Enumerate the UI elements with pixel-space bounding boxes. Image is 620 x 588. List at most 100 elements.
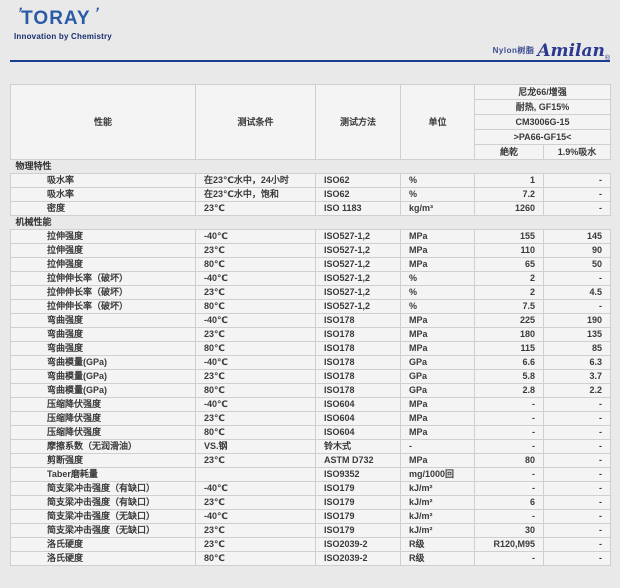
method-cell: ISO179 [316, 496, 401, 510]
wet-cell: - [544, 426, 611, 440]
method-cell: ISO527-1,2 [316, 286, 401, 300]
condition-cell: 80℃ [196, 258, 316, 272]
unit-cell: % [401, 286, 475, 300]
unit-cell: MPa [401, 258, 475, 272]
unit-cell: MPa [401, 328, 475, 342]
property-cell: 弯曲强度 [11, 342, 196, 356]
registered-mark: ® [605, 55, 610, 62]
dry-cell: 110 [475, 244, 544, 258]
wet-cell: - [544, 440, 611, 454]
unit-cell: R级 [401, 538, 475, 552]
table-row: 弯曲强度-40℃ISO178MPa225190 [11, 314, 611, 328]
condition-cell: 在23℃水中，24小时 [196, 174, 316, 188]
property-cell: 简支梁冲击强度（无缺口） [11, 510, 196, 524]
grade-header-material: 尼龙66/增强 [475, 85, 611, 100]
logo-tick-right: ’ [90, 4, 102, 24]
condition-cell: 23℃ [196, 524, 316, 538]
wet-cell: 2.2 [544, 384, 611, 398]
page-header: ’TORAY’ Innovation by Chemistry Nylon树脂A… [0, 0, 620, 60]
unit-cell: R级 [401, 552, 475, 566]
unit-cell: - [401, 440, 475, 454]
dry-cell: 180 [475, 328, 544, 342]
method-cell: ISO2039-2 [316, 552, 401, 566]
col-header-condition: 测试条件 [196, 85, 316, 160]
condition-cell: 80℃ [196, 552, 316, 566]
brand-block: Nylon树脂Amilan® [493, 41, 610, 62]
unit-cell: MPa [401, 244, 475, 258]
toray-logo-block: ’TORAY’ Innovation by Chemistry [14, 9, 112, 41]
method-cell: ISO604 [316, 426, 401, 440]
condition-cell: -40℃ [196, 482, 316, 496]
dry-cell: 6 [475, 496, 544, 510]
unit-cell: GPa [401, 356, 475, 370]
condition-cell: 23℃ [196, 244, 316, 258]
property-cell: 简支梁冲击强度（有缺口） [11, 482, 196, 496]
toray-tagline: Innovation by Chemistry [14, 32, 112, 41]
wet-cell: 90 [544, 244, 611, 258]
dry-cell: 1 [475, 174, 544, 188]
table-row: 简支梁冲击强度（有缺口）-40℃ISO179kJ/m²-- [11, 482, 611, 496]
method-cell: ISO527-1,2 [316, 244, 401, 258]
unit-cell: kJ/m² [401, 524, 475, 538]
dry-cell: - [475, 510, 544, 524]
unit-cell: mg/1000回 [401, 468, 475, 482]
wet-cell: - [544, 482, 611, 496]
unit-cell: MPa [401, 412, 475, 426]
method-cell: ISO62 [316, 174, 401, 188]
table-row: 弯曲强度80℃ISO178MPa11585 [11, 342, 611, 356]
property-cell: 弯曲强度 [11, 314, 196, 328]
wet-cell: - [544, 510, 611, 524]
unit-cell: kJ/m² [401, 510, 475, 524]
wet-cell: - [544, 412, 611, 426]
grade-header-code: >PA66-GF15< [475, 130, 611, 145]
toray-logo: ’TORAY’ [14, 9, 112, 30]
table-row: 拉伸强度-40℃ISO527-1,2MPa155145 [11, 230, 611, 244]
property-cell: 吸水率 [11, 174, 196, 188]
dry-cell: 30 [475, 524, 544, 538]
method-cell: ISO179 [316, 510, 401, 524]
condition-cell: -40℃ [196, 398, 316, 412]
table-row: 拉伸伸长率（破坏）-40℃ISO527-1,2%2- [11, 272, 611, 286]
dry-cell: 115 [475, 342, 544, 356]
property-cell: 剪断强度 [11, 454, 196, 468]
col-header-property: 性能 [11, 85, 196, 160]
grade-header-type: 耐热, GF15% [475, 100, 611, 115]
method-cell: ISO527-1,2 [316, 272, 401, 286]
property-cell: 密度 [11, 202, 196, 216]
method-cell: ISO178 [316, 342, 401, 356]
property-cell: 简支梁冲击强度（有缺口） [11, 496, 196, 510]
dry-cell: 7.5 [475, 300, 544, 314]
section-header: 机械性能 [11, 216, 611, 230]
table-row: 压缩降伏强度80℃ISO604MPa-- [11, 426, 611, 440]
unit-cell: MPa [401, 230, 475, 244]
table-row: 洛氏硬度23℃ISO2039-2R级R120,M95- [11, 538, 611, 552]
condition-cell: 23℃ [196, 370, 316, 384]
wet-cell: - [544, 468, 611, 482]
condition-cell: 23℃ [196, 286, 316, 300]
method-cell: ISO178 [316, 314, 401, 328]
property-cell: 弯曲模量(GPa) [11, 384, 196, 398]
table-row: 弯曲强度23℃ISO178MPa180135 [11, 328, 611, 342]
unit-cell: % [401, 174, 475, 188]
col-header-method: 测试方法 [316, 85, 401, 160]
dry-cell: 225 [475, 314, 544, 328]
wet-cell: - [544, 188, 611, 202]
property-cell: 弯曲模量(GPa) [11, 370, 196, 384]
wet-cell: - [544, 300, 611, 314]
table-row: 压缩降伏强度-40℃ISO604MPa-- [11, 398, 611, 412]
dry-cell: - [475, 552, 544, 566]
method-cell: ISO2039-2 [316, 538, 401, 552]
property-cell: 拉伸强度 [11, 258, 196, 272]
dry-cell: 6.6 [475, 356, 544, 370]
method-cell: ISO178 [316, 328, 401, 342]
property-cell: 拉伸强度 [11, 230, 196, 244]
property-cell: 摩擦系数（无润滑油） [11, 440, 196, 454]
table-row: 简支梁冲击强度（有缺口）23℃ISO179kJ/m²6- [11, 496, 611, 510]
datasheet-page: ’TORAY’ Innovation by Chemistry Nylon树脂A… [0, 0, 620, 588]
condition-cell: 80℃ [196, 384, 316, 398]
condition-cell: 23℃ [196, 454, 316, 468]
condition-cell: 23℃ [196, 328, 316, 342]
table-row: 压缩降伏强度23℃ISO604MPa-- [11, 412, 611, 426]
condition-cell: -40℃ [196, 230, 316, 244]
condition-cell: 23℃ [196, 412, 316, 426]
